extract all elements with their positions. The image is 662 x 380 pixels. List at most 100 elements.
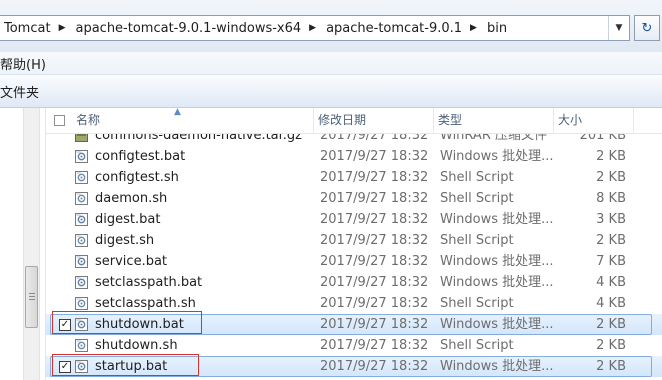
command-bar: 文件夹 [0, 75, 662, 108]
file-name: configtest.sh [95, 170, 179, 185]
sort-ascending-icon: ▲ [174, 108, 181, 117]
file-date: 2017/9/27 18:32 [320, 296, 429, 311]
script-file-icon [74, 191, 89, 206]
file-row[interactable]: ✓ shutdown.bat 2017/9/27 18:32 Windows 批处理.… [46, 314, 662, 335]
new-folder-button[interactable]: 文件夹 [0, 82, 39, 101]
file-date: 2017/9/27 18:32 [320, 149, 429, 164]
file-row[interactable]: configtest.sh 2017/9/27 18:32 Shell Script… [46, 167, 662, 188]
file-size: 2 KB [596, 317, 626, 332]
file-row[interactable]: digest.bat 2017/9/27 18:32 Windows 批处理... 3… [46, 209, 662, 230]
file-row[interactable]: setclasspath.sh 2017/9/27 18:32 Shell Scri… [46, 293, 662, 314]
select-all-checkbox[interactable] [54, 115, 65, 126]
refresh-icon: ↻ [641, 20, 653, 36]
refresh-button[interactable]: ↻ [634, 15, 660, 41]
file-size: 2 KB [596, 149, 626, 164]
grip-line [29, 299, 35, 300]
breadcrumb-label: apache-tomcat-9.0.1-windows-x64 [75, 20, 302, 36]
batch-file-icon [74, 212, 89, 227]
file-size: 4 KB [596, 296, 626, 311]
address-bar-region: Tomcat ▶ apache-tomcat-9.0.1-windows-x64 ▶… [0, 0, 662, 52]
batch-file-icon [74, 275, 89, 290]
menu-help[interactable]: 帮助(H) [0, 54, 46, 73]
file-type: Shell Script [440, 170, 514, 185]
file-date: 2017/9/27 18:32 [320, 254, 429, 269]
row-checkbox[interactable]: ✓ [59, 361, 71, 373]
column-header-size[interactable]: 大小 [554, 108, 634, 133]
file-row[interactable]: daemon.sh 2017/9/27 18:32 Shell Script 8 KB [46, 188, 662, 209]
file-size: 3 KB [596, 212, 626, 227]
script-file-icon [74, 296, 89, 311]
file-name: digest.bat [95, 212, 161, 227]
grip-line [29, 293, 35, 294]
file-size: 7 KB [596, 254, 626, 269]
chevron-right-icon[interactable]: ▶ [309, 23, 316, 33]
file-type: Shell Script [440, 338, 514, 353]
breadcrumb-label: Tomcat [4, 20, 51, 36]
batch-file-icon [74, 149, 89, 164]
batch-file-icon [74, 254, 89, 269]
file-date: 2017/9/27 18:32 [320, 233, 429, 248]
file-row[interactable]: shutdown.sh 2017/9/27 18:32 Shell Script 2 … [46, 335, 662, 356]
file-name: setclasspath.sh [95, 296, 196, 311]
file-list: commons-daemon-native.tar.gz 2017/9/27 18… [46, 108, 662, 380]
address-bar[interactable]: Tomcat ▶ apache-tomcat-9.0.1-windows-x64 ▶… [0, 15, 630, 41]
file-row[interactable]: setclasspath.bat 2017/9/27 18:32 Windows 批… [46, 272, 662, 293]
breadcrumb-bin[interactable]: bin [483, 16, 511, 40]
file-row[interactable]: digest.sh 2017/9/27 18:32 Shell Script 2 KB [46, 230, 662, 251]
breadcrumb-tomcat-9[interactable]: apache-tomcat-9.0.1 ▶ [322, 16, 483, 40]
script-file-icon [74, 170, 89, 185]
chevron-right-icon[interactable]: ▶ [59, 23, 66, 33]
breadcrumb-tomcat[interactable]: Tomcat ▶ [0, 16, 71, 40]
script-file-icon [74, 233, 89, 248]
column-header-date[interactable]: 修改日期 [314, 108, 434, 133]
file-row[interactable]: ✓ startup.bat 2017/9/27 18:32 Windows 批处理..… [46, 356, 662, 377]
file-row[interactable]: service.bat 2017/9/27 18:32 Windows 批处理...… [46, 251, 662, 272]
address-dropdown-icon[interactable]: ▼ [608, 16, 629, 40]
breadcrumb-label: apache-tomcat-9.0.1 [326, 20, 463, 36]
file-date: 2017/9/27 18:32 [320, 338, 429, 353]
file-type: Shell Script [440, 191, 514, 206]
breadcrumb-windows-x64[interactable]: apache-tomcat-9.0.1-windows-x64 ▶ [71, 16, 322, 40]
column-headers: 名称 ▲ 修改日期 类型 大小 [46, 108, 662, 134]
script-file-icon [74, 338, 89, 353]
nav-pane-scrollbar[interactable] [23, 108, 40, 380]
file-size: 2 KB [596, 170, 626, 185]
file-size: 8 KB [596, 191, 626, 206]
file-name: service.bat [95, 254, 168, 269]
file-name: setclasspath.bat [95, 275, 203, 290]
file-size: 2 KB [596, 233, 626, 248]
chevron-right-icon[interactable]: ▶ [470, 23, 477, 33]
column-label: 大小 [558, 113, 583, 127]
batch-file-icon [74, 359, 89, 374]
file-rows: commons-daemon-native.tar.gz 2017/9/27 18… [46, 125, 662, 377]
file-name: digest.sh [95, 233, 155, 248]
file-name: configtest.bat [95, 149, 186, 164]
file-size: 4 KB [596, 275, 626, 290]
file-name: daemon.sh [95, 191, 168, 206]
breadcrumb-label: bin [486, 20, 508, 36]
file-date: 2017/9/27 18:32 [320, 191, 429, 206]
file-date: 2017/9/27 18:32 [320, 275, 429, 290]
file-size: 2 KB [596, 359, 626, 374]
row-checkbox[interactable]: ✓ [59, 319, 71, 331]
file-date: 2017/9/27 18:32 [320, 317, 429, 332]
menu-bar: 帮助(H) [0, 52, 662, 75]
file-name: shutdown.sh [95, 338, 178, 353]
file-date: 2017/9/27 18:32 [320, 359, 429, 374]
grip-line [29, 296, 35, 297]
file-name: shutdown.bat [95, 317, 184, 332]
file-date: 2017/9/27 18:32 [320, 212, 429, 227]
file-size: 2 KB [596, 338, 626, 353]
column-label: 修改日期 [318, 113, 367, 127]
file-type: Shell Script [440, 233, 514, 248]
column-label: 类型 [438, 113, 463, 127]
batch-file-icon [74, 317, 89, 332]
column-header-name[interactable]: 名称 [72, 108, 314, 133]
file-name: startup.bat [95, 359, 168, 374]
file-row[interactable]: configtest.bat 2017/9/27 18:32 Windows 批处理… [46, 146, 662, 167]
column-label: 名称 [76, 113, 101, 127]
file-date: 2017/9/27 18:32 [320, 170, 429, 185]
column-header-type[interactable]: 类型 [434, 108, 554, 133]
scrollbar-thumb[interactable] [25, 266, 38, 328]
file-type: Shell Script [440, 296, 514, 311]
